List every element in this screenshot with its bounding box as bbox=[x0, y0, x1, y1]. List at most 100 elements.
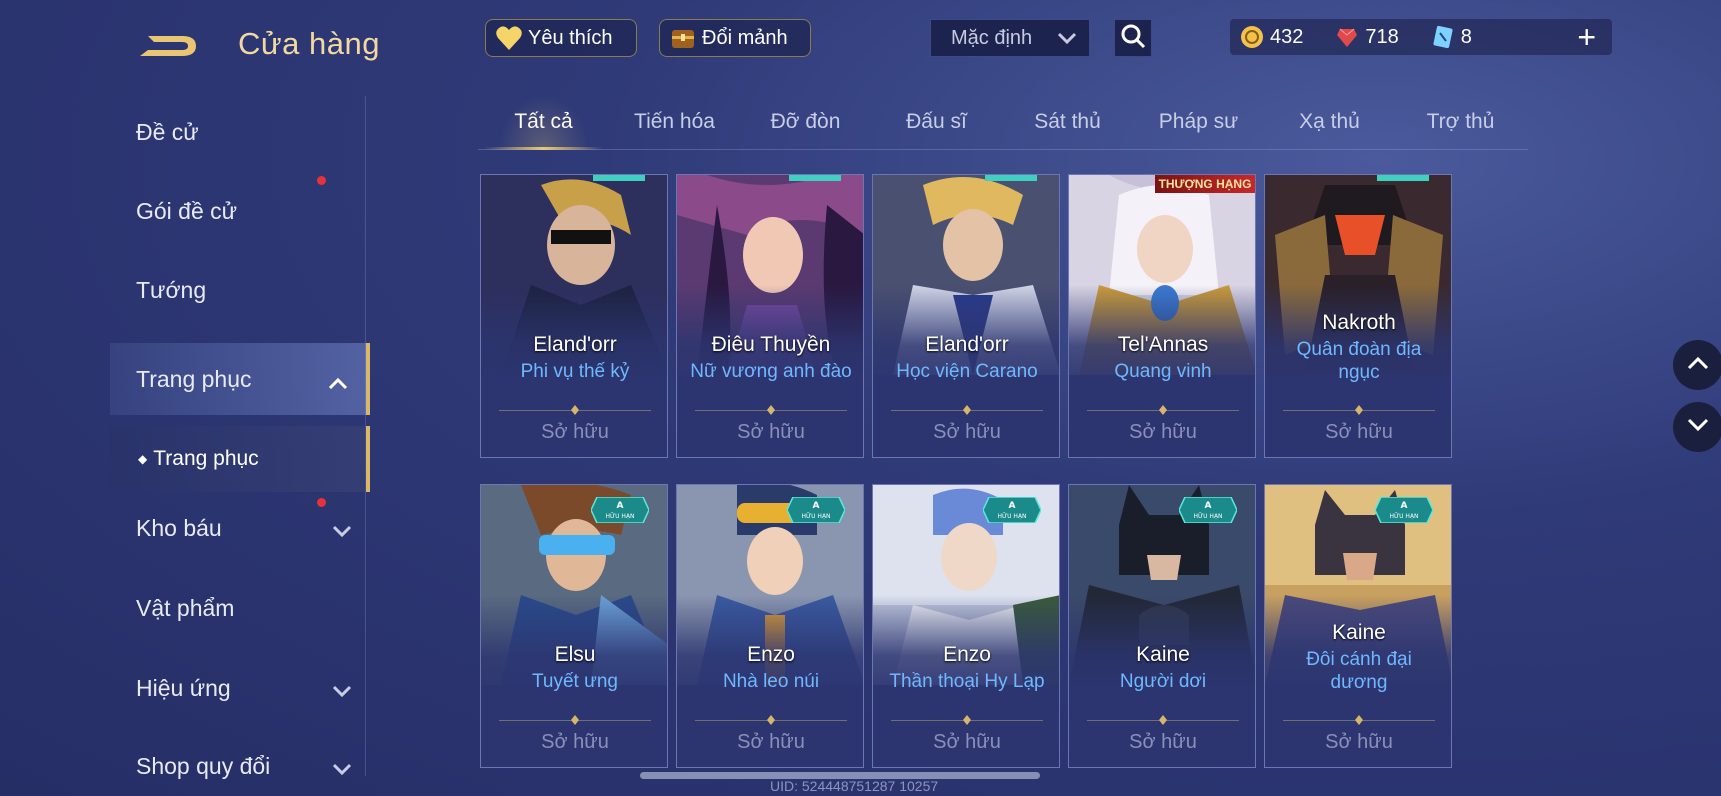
gem-value: 718 bbox=[1365, 25, 1399, 48]
gold-value: 432 bbox=[1270, 25, 1304, 48]
tab-assassin[interactable]: Sát thủ bbox=[1002, 96, 1133, 149]
skin-name: Nhà leo núi bbox=[722, 671, 820, 692]
chevron-down-icon bbox=[1687, 418, 1709, 437]
tab-tank[interactable]: Đỡ đòn bbox=[740, 96, 871, 149]
exchange-shards-button[interactable]: Đổi mảnh bbox=[659, 19, 811, 57]
skin-card[interactable]: Nakroth Quân đoàn địa ngục Sở hữu bbox=[1264, 174, 1452, 458]
chevron-down-icon bbox=[332, 756, 352, 776]
chevron-down-icon bbox=[1057, 27, 1077, 50]
gold-currency: 432 bbox=[1240, 25, 1303, 49]
sidebar-item-label: Đề cử bbox=[136, 118, 199, 145]
tier-marker bbox=[789, 175, 841, 181]
top-bar: Cửa hàng Yêu thích Đổi mảnh Mặc định 432 bbox=[0, 0, 1721, 80]
skin-card[interactable]: Eland'orr Phi vụ thế kỷ Sở hữu bbox=[480, 174, 668, 458]
skin-card[interactable]: A HỮU HẠN Kaine Đôi cánh đại dương Sở hữ… bbox=[1264, 484, 1452, 768]
divider-gem-icon bbox=[963, 405, 971, 415]
chevron-up-icon bbox=[328, 369, 348, 390]
gold-coin-icon bbox=[1240, 25, 1264, 49]
heart-icon bbox=[494, 23, 524, 53]
sidebar-subitem-skins[interactable]: ◆ Trang phục bbox=[110, 426, 370, 492]
sidebar-item-label: Vật phẩm bbox=[136, 594, 235, 621]
skin-card[interactable]: THƯỢNG HẠNG Tel'Annas Quang vinh Sở hữu bbox=[1068, 174, 1256, 458]
tier-marker bbox=[985, 175, 1037, 181]
tab-fighter[interactable]: Đấu sĩ bbox=[871, 96, 1002, 149]
skin-name-line-1: Quân đoàn địa bbox=[1296, 339, 1422, 360]
scroll-up-button[interactable] bbox=[1673, 340, 1721, 390]
divider-gem-icon bbox=[767, 405, 775, 415]
limited-tag-sub: HỮU HẠN bbox=[997, 513, 1026, 520]
tab-evolution[interactable]: Tiến hóa bbox=[609, 96, 740, 149]
hero-name: Enzo bbox=[747, 643, 795, 666]
add-currency-icon[interactable]: + bbox=[1577, 21, 1596, 53]
chevron-down-icon bbox=[332, 678, 352, 698]
sidebar-item-label: Shop quy đổi bbox=[136, 752, 271, 779]
favorites-button[interactable]: Yêu thích bbox=[485, 19, 637, 57]
sidebar-item-items[interactable]: Vật phẩm bbox=[110, 572, 370, 644]
divider-gem-icon bbox=[1159, 715, 1167, 725]
limited-tag: A bbox=[1205, 501, 1212, 511]
divider-gem-icon bbox=[571, 715, 579, 725]
tab-marksman[interactable]: Xạ thủ bbox=[1264, 96, 1395, 149]
notification-dot bbox=[317, 498, 326, 507]
red-gem-icon bbox=[1335, 25, 1359, 49]
skin-card[interactable]: A HỮU HẠN Elsu Tuyết ưng Sở hữu bbox=[480, 484, 668, 768]
sidebar-item-heroes[interactable]: Tướng bbox=[110, 254, 370, 326]
skin-name: Nữ vương anh đào bbox=[690, 361, 852, 382]
skin-card[interactable]: Eland'orr Học viện Carano Sở hữu bbox=[872, 174, 1060, 458]
tier-marker bbox=[593, 175, 645, 181]
sidebar-subitem-label: Trang phục bbox=[153, 447, 259, 470]
limited-tag-sub: HỮU HẠN bbox=[1193, 513, 1222, 520]
hero-name: Tel'Annas bbox=[1117, 333, 1209, 356]
divider-gem-icon bbox=[1159, 405, 1167, 415]
tier-marker bbox=[1377, 175, 1429, 181]
limited-tag: A bbox=[1009, 501, 1016, 511]
bullet-icon: ◆ bbox=[138, 452, 148, 466]
scroll-down-button[interactable] bbox=[1673, 402, 1721, 452]
sidebar-item-treasure[interactable]: Kho báu bbox=[110, 492, 370, 564]
skin-name-line-1: Đôi cánh đại bbox=[1306, 649, 1412, 670]
skin-card[interactable]: A HỮU HẠN Enzo Thần thoại Hy Lạp Sở hữu bbox=[872, 484, 1060, 768]
limited-tag: A bbox=[813, 501, 820, 511]
sidebar-item-featured[interactable]: Đề cử bbox=[110, 96, 370, 168]
skin-card[interactable]: Điêu Thuyền Nữ vương anh đào Sở hữu bbox=[676, 174, 864, 458]
owned-status: Sở hữu bbox=[1129, 421, 1197, 443]
owned-status: Sở hữu bbox=[1325, 731, 1393, 753]
hero-name: Kaine bbox=[1332, 621, 1386, 644]
hero-name: Enzo bbox=[943, 643, 991, 666]
currency-bar: 432 718 8 + bbox=[1230, 19, 1612, 55]
home-indicator[interactable] bbox=[640, 772, 1040, 779]
chevron-up-icon bbox=[1687, 356, 1709, 375]
limited-badge-icon: A HỮU HẠN bbox=[1179, 497, 1237, 523]
tab-all[interactable]: Tất cả bbox=[478, 96, 609, 150]
voucher-currency: 8 bbox=[1431, 25, 1472, 49]
skin-card[interactable]: A HỮU HẠN Kaine Người dơi Sở hữu bbox=[1068, 484, 1256, 768]
sidebar-item-effects[interactable]: Hiệu ứng bbox=[110, 652, 370, 724]
limited-tag-sub: HỮU HẠN bbox=[605, 513, 634, 520]
skin-name: Quang vinh bbox=[1114, 361, 1212, 382]
skin-name-line-2: dương bbox=[1330, 672, 1388, 693]
sidebar-item-label: Tướng bbox=[136, 276, 207, 303]
limited-badge-icon: A HỮU HẠN bbox=[983, 497, 1041, 523]
divider-gem-icon bbox=[571, 405, 579, 415]
skin-name: Tuyết ưng bbox=[532, 671, 618, 692]
search-button[interactable] bbox=[1114, 19, 1152, 57]
chevron-down-icon bbox=[332, 518, 352, 538]
page-title: Cửa hàng bbox=[238, 26, 380, 61]
owned-status: Sở hữu bbox=[541, 731, 609, 753]
treasure-chest-icon bbox=[668, 23, 698, 53]
sidebar-item-skins[interactable]: Trang phục bbox=[110, 343, 370, 415]
exchange-label: Đổi mảnh bbox=[702, 26, 788, 49]
skin-card[interactable]: A HỮU HẠN Enzo Nhà leo núi Sở hữu bbox=[676, 484, 864, 768]
limited-badge-icon: A HỮU HẠN bbox=[1375, 497, 1433, 523]
divider-gem-icon bbox=[963, 715, 971, 725]
hero-name: Nakroth bbox=[1322, 311, 1396, 334]
skin-name: Học viện Carano bbox=[896, 361, 1038, 382]
sidebar-item-exchange-shop[interactable]: Shop quy đổi bbox=[110, 730, 370, 796]
hero-name: Eland'orr bbox=[533, 333, 617, 356]
tab-mage[interactable]: Pháp sư bbox=[1133, 96, 1264, 149]
sort-dropdown[interactable]: Mặc định bbox=[930, 19, 1090, 57]
sidebar-item-featured-packs[interactable]: Gói đề cử bbox=[110, 175, 370, 247]
back-icon[interactable] bbox=[138, 26, 206, 62]
tab-support[interactable]: Trợ thủ bbox=[1395, 96, 1526, 149]
premium-badge: THƯỢNG HẠNG bbox=[1155, 175, 1255, 193]
